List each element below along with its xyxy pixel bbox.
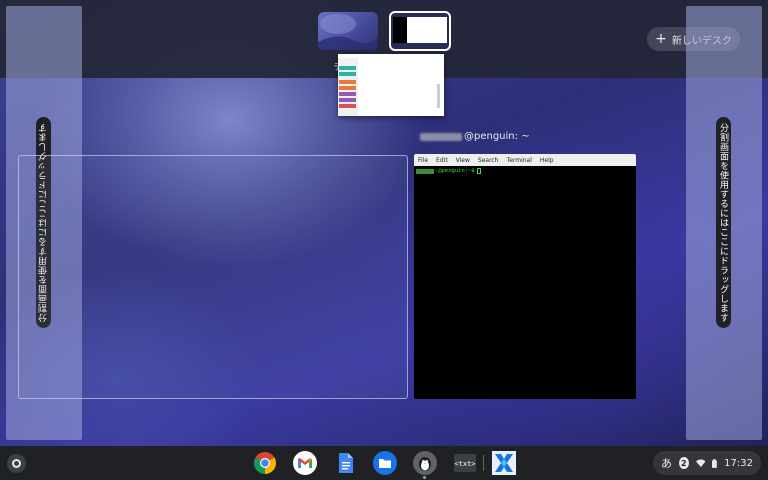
plus-icon: + <box>655 31 667 47</box>
battery-icon <box>712 458 718 468</box>
shelf-app-gmail[interactable] <box>293 451 317 475</box>
shelf-app-text[interactable]: <txt> <box>453 451 477 475</box>
docs-icon <box>339 453 353 473</box>
text-editor-icon: <txt> <box>454 454 476 472</box>
mini-terminal-thumbnail <box>393 17 407 43</box>
preview-stripe <box>339 86 356 90</box>
shelf-app-docs[interactable] <box>333 451 357 475</box>
terminal-cursor <box>476 168 481 174</box>
split-hint-right: 分割画面を使用するにはここにドラッグします <box>716 117 731 328</box>
redacted-user <box>416 168 434 174</box>
ime-indicator[interactable]: あ <box>661 455 672 471</box>
mini-window-thumbnail <box>403 17 447 43</box>
preview-sidebar <box>338 58 358 116</box>
window-title-text: @penguin: ~ <box>464 131 530 142</box>
shelf-app-x[interactable] <box>492 451 516 475</box>
menu-terminal[interactable]: Terminal <box>507 157 532 164</box>
penguin-icon <box>413 451 437 475</box>
launcher-icon <box>12 459 21 468</box>
running-indicator <box>423 476 426 479</box>
preview-stripe <box>339 104 356 108</box>
wifi-icon <box>695 459 706 468</box>
terminal-menubar: File Edit View Search Terminal Help <box>414 154 636 166</box>
files-icon <box>373 451 397 475</box>
chrome-icon <box>254 452 276 474</box>
preview-scrollbar <box>437 84 440 108</box>
desk-1-thumbnail[interactable] <box>318 12 378 50</box>
shelf-divider <box>483 455 484 471</box>
redacted-username <box>420 132 462 141</box>
shelf-app-files[interactable] <box>373 451 397 475</box>
shelf-app-linux[interactable] <box>413 451 437 479</box>
gmail-icon <box>293 451 317 475</box>
dragged-window-preview[interactable] <box>338 54 444 116</box>
preview-stripe <box>339 98 356 102</box>
preview-stripe <box>339 80 356 84</box>
shelf: <txt> あ 2 17:32 <box>0 446 768 480</box>
split-hint-right-text: 分割画面を使用するにはここにドラッグします <box>718 122 728 323</box>
window-drop-slot <box>18 155 408 399</box>
status-tray[interactable]: あ 2 17:32 <box>653 451 761 475</box>
menu-view[interactable]: View <box>456 157 470 164</box>
desk-wallpaper-thumbnail <box>318 14 378 50</box>
terminal-window[interactable]: File Edit View Search Terminal Help :@pe… <box>414 154 636 399</box>
preview-stripe <box>339 66 356 70</box>
shelf-app-chrome[interactable] <box>253 451 277 475</box>
preview-stripe <box>339 92 356 96</box>
terminal-prompt-line: :@penguin:~$ <box>414 166 636 176</box>
notification-count[interactable]: 2 <box>679 457 689 469</box>
menu-search[interactable]: Search <box>478 157 499 164</box>
terminal-prompt: :@penguin:~$ <box>435 168 475 174</box>
menu-file[interactable]: File <box>418 157 428 164</box>
window-title[interactable]: @penguin: ~ <box>420 131 530 142</box>
preview-stripe <box>339 72 356 76</box>
launcher-button[interactable] <box>7 454 26 473</box>
clock[interactable]: 17:32 <box>724 458 753 469</box>
svg-text:<txt>: <txt> <box>454 460 475 468</box>
x-app-icon <box>492 451 516 475</box>
desk-2-thumbnail[interactable] <box>389 11 451 51</box>
menu-edit[interactable]: Edit <box>436 157 448 164</box>
menu-help[interactable]: Help <box>540 157 554 164</box>
